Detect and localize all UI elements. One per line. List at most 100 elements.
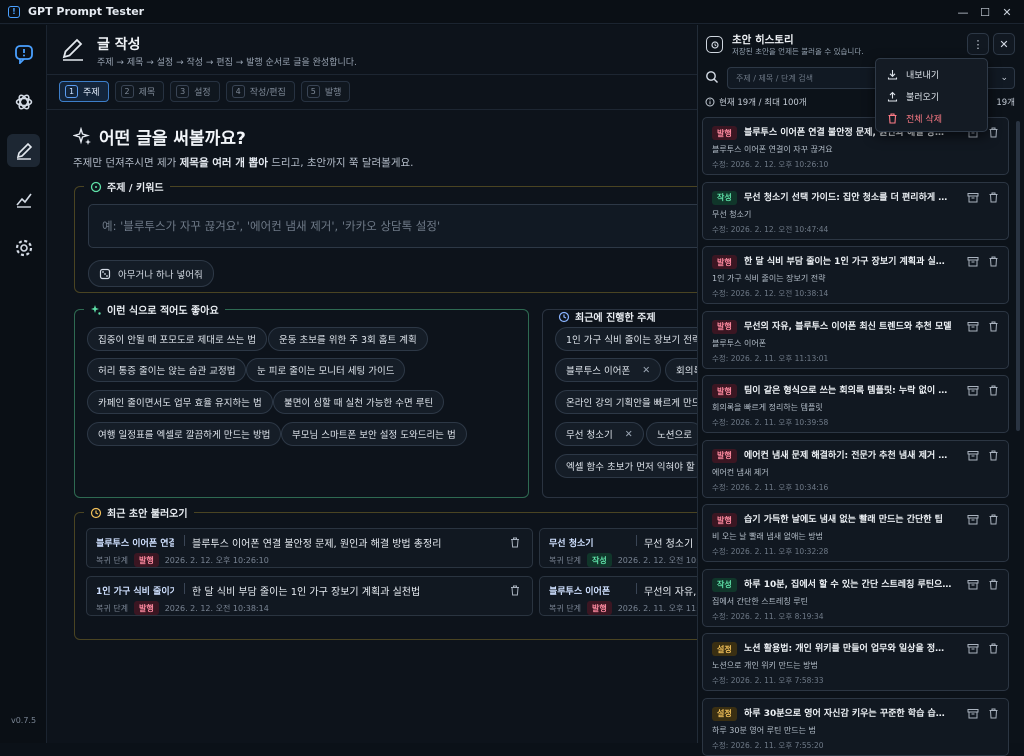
recent-topic-chip[interactable]: 무선 청소기 ✕ xyxy=(555,422,644,446)
export-menu-item[interactable]: 내보내기 xyxy=(887,66,939,82)
history-card[interactable]: 작성 무선 청소기 선택 가이드: 집안 청소를 더 편리하게 만드는 방법무선 … xyxy=(702,181,1009,240)
trash-icon[interactable] xyxy=(988,127,999,138)
trash-icon xyxy=(888,112,897,124)
minimize-button[interactable]: — xyxy=(952,6,974,19)
recent-drafts-panel: 최근 초안 불러오기 블루투스 이어폰 연결 불안정 블루투스 이어폰 연결 불… xyxy=(74,505,709,640)
history-card[interactable]: 발행 팀이 같은 형식으로 쓰는 회의록 템플릿: 누락 없이 정리하는 법회의록… xyxy=(702,375,1009,433)
history-card-date: 수정: 2026. 2. 11. 오후 10:32:28 xyxy=(712,547,829,556)
history-card-keyword: 블루투스 이어폰 xyxy=(712,338,767,348)
sidebar-item-write[interactable] xyxy=(7,134,40,167)
trash-icon[interactable] xyxy=(988,192,999,203)
history-card[interactable]: 작성 하루 10분, 집에서 할 수 있는 간단 스트레칭 루틴으로 건강 지키기… xyxy=(702,568,1009,627)
remove-icon[interactable]: ✕ xyxy=(625,429,633,440)
trash-icon[interactable] xyxy=(988,256,999,267)
history-card-date: 수정: 2026. 2. 11. 오후 7:55:20 xyxy=(712,740,824,750)
recent-topic-chip[interactable]: 1인 가구 식비 줄이는 장보기 전략 xyxy=(555,327,701,351)
archive-icon[interactable] xyxy=(967,385,979,396)
trash-icon[interactable] xyxy=(988,643,999,654)
recent-draft-card[interactable]: 블루투스 이어폰 연결 불안정 블루투스 이어폰 연결 불안정 문제, 원인과 … xyxy=(86,528,533,568)
tab-publish[interactable]: 5 발행 xyxy=(300,81,351,102)
trash-icon[interactable] xyxy=(988,385,999,396)
recent-topic-chip[interactable]: 엑셀 함수 초보가 먼저 익혀야 할 xyxy=(555,454,701,478)
recent-topic-chip[interactable]: 온라인 강의 기획안을 빠르게 만드는 xyxy=(555,390,701,414)
more-menu-button[interactable]: ⋮ xyxy=(967,33,989,55)
example-chip[interactable]: 집중이 안될 때 포모도로 제대로 쓰는 법 xyxy=(87,327,267,351)
example-chip[interactable]: 허리 통증 줄이는 앉는 습관 교정법 xyxy=(87,358,247,382)
history-card-title: 습기 가득한 날에도 냄새 없는 빨래 만드는 간단한 팁 xyxy=(744,515,943,525)
archive-icon[interactable] xyxy=(967,514,979,525)
archive-icon[interactable] xyxy=(967,579,979,590)
import-menu-item[interactable]: 불러오기 xyxy=(887,88,939,104)
history-count-right: 19개 xyxy=(996,98,1015,108)
dice-icon xyxy=(99,268,111,279)
example-chip[interactable]: 카페인 줄이면서도 업무 효율 유지하는 법 xyxy=(87,390,273,414)
stage-badge: 발행 xyxy=(712,384,737,398)
stage-badge: 발행 xyxy=(712,126,737,140)
random-topic-button[interactable]: 아무거나 하나 넣어줘 xyxy=(88,260,214,287)
tab-topic[interactable]: 1 주제 xyxy=(59,81,109,102)
close-window-button[interactable]: ✕ xyxy=(996,6,1018,19)
tab-settings[interactable]: 3 설정 xyxy=(170,81,220,102)
stage-badge: 발행 xyxy=(712,319,737,334)
tab-title[interactable]: 2 제목 xyxy=(114,81,165,102)
history-title: 초안 히스토리 xyxy=(732,34,794,46)
history-card-title: 하루 30분으로 영어 자신감 키우는 꾸준한 학습 습관 만들기 xyxy=(744,708,952,719)
example-chip[interactable]: 운동 초보를 위한 주 3회 홈트 계획 xyxy=(268,327,428,351)
history-card-keyword: 비 오는 날 빨래 냄새 없애는 방법 xyxy=(712,532,823,541)
history-card-date: 수정: 2026. 2. 11. 오후 8:19:34 xyxy=(712,611,824,621)
history-card-date: 수정: 2026. 2. 12. 오전 10:38:14 xyxy=(712,289,829,298)
archive-icon[interactable] xyxy=(967,643,979,654)
history-icon xyxy=(558,311,570,322)
history-card[interactable]: 발행 한 달 식비 부담 줄이는 1인 가구 장보기 계획과 실천법 1인 가구 식… xyxy=(702,246,1009,304)
recent-topic-chip[interactable]: 블루투스 이어폰 ✕ xyxy=(555,358,662,382)
page-title: 글 작성 xyxy=(97,37,141,53)
question-subtitle: 주제만 던져주시면 제가 제목을 여러 개 뽑아 드리고, 초안까지 쭉 달려볼… xyxy=(73,157,414,169)
trash-icon[interactable] xyxy=(988,579,999,590)
history-card[interactable]: 발행 습기 가득한 날에도 냄새 없는 빨래 만드는 간단한 팁비 오는 날 빨래… xyxy=(702,504,1009,562)
recent-topic-chip[interactable]: 노션으로 xyxy=(646,422,701,446)
topic-input[interactable]: 예: '블루투스가 자꾸 끊겨요', '에어컨 냄새 제거', '카카오 상담톡… xyxy=(88,204,728,248)
example-chip[interactable]: 부모님 스마트폰 보안 설정 도와드리는 법 xyxy=(281,422,467,446)
recent-draft-card[interactable]: 1인 가구 식비 줄이기 한 달 식비 부담 줄이는 1인 가구 장보기 계획과… xyxy=(86,576,533,616)
remove-icon[interactable]: ✕ xyxy=(642,365,650,376)
archive-icon[interactable] xyxy=(967,321,979,332)
archive-icon[interactable] xyxy=(967,256,979,267)
history-card-title: 무선의 자유, 블루투스 이어폰 최신 트렌드와 추천 모델 xyxy=(744,321,952,332)
step-tabs: 1 주제 2 제목 3 설정 4 작성/편집 5 발행 xyxy=(59,81,351,102)
archive-icon[interactable] xyxy=(967,192,979,203)
history-card-keyword: 블루투스 이어폰 연결이 자꾸 끊겨요 xyxy=(712,145,833,154)
archive-icon[interactable] xyxy=(967,708,979,719)
archive-icon[interactable] xyxy=(967,450,979,461)
trash-icon[interactable] xyxy=(510,585,520,596)
history-card[interactable]: 발행 무선의 자유, 블루투스 이어폰 최신 트렌드와 추천 모델블루투스 이어폰… xyxy=(702,310,1009,369)
app-title: GPT Prompt Tester xyxy=(28,5,145,18)
sidebar-item-settings[interactable] xyxy=(7,231,40,264)
history-card[interactable]: 설정 하루 30분으로 영어 자신감 키우는 꾸준한 학습 습관 만들기 하루 30… xyxy=(702,697,1009,756)
trash-icon[interactable] xyxy=(988,708,999,719)
sidebar-item-analytics[interactable] xyxy=(7,182,40,215)
maximize-button[interactable]: ☐ xyxy=(974,6,996,19)
example-chip[interactable]: 불면이 심할 때 실천 가능한 수면 루틴 xyxy=(273,390,445,414)
recent-draft-card[interactable]: 무선 청소기 무선 청소기 선택 가이드 복귀 단계작성2026. 2. 12.… xyxy=(539,528,709,568)
recent-draft-card[interactable]: 블루투스 이어폰 무선의 자유, 블루투스 복귀 단계발행2026. 2. 11… xyxy=(539,576,709,616)
tab-write-edit[interactable]: 4 작성/편집 xyxy=(225,81,295,102)
history-card[interactable]: 설정 노션 활용법: 개인 위키를 만들어 업무와 일상을 정리하는 법 노션으로 … xyxy=(702,633,1009,691)
trash-icon[interactable] xyxy=(510,537,520,548)
trash-icon[interactable] xyxy=(988,321,999,332)
recent-drafts-label: 최근 초안 불러오기 xyxy=(84,505,194,520)
sidebar-item-prompt[interactable] xyxy=(7,37,40,70)
history-card-keyword: 집에서 간단한 스트레칭 루틴 xyxy=(712,596,808,606)
history-card[interactable]: 발행 에어컨 냄새 문제 해결하기: 전문가 추천 냄새 제거 방법 에어컨 냄새 … xyxy=(702,439,1009,498)
example-chip[interactable]: 눈 피로 줄이는 모니터 세팅 가이드 xyxy=(246,358,406,382)
history-card-keyword: 하루 30분 영어 루틴 만드는 법 xyxy=(712,725,816,735)
example-chip[interactable]: 여행 일정표를 엑셀로 깔끔하게 만드는 방법 xyxy=(87,422,282,446)
scrollbar[interactable] xyxy=(1016,121,1020,431)
close-panel-button[interactable]: ✕ xyxy=(993,33,1015,55)
trash-icon[interactable] xyxy=(988,450,999,461)
sidebar-item-openai[interactable] xyxy=(7,85,40,118)
delete-all-menu-item[interactable]: 전체 삭제 xyxy=(887,110,942,126)
trash-icon[interactable] xyxy=(988,514,999,525)
history-icon xyxy=(706,36,723,53)
chevron-down-icon: ⌄ xyxy=(1000,73,1008,83)
sparkle-icon xyxy=(91,304,101,315)
